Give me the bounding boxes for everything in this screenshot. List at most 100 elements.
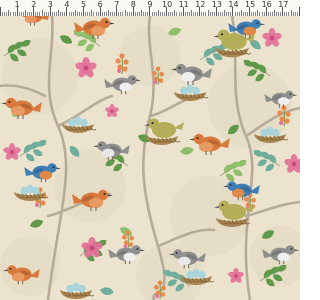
bird-eye xyxy=(256,22,259,24)
egg xyxy=(198,270,206,280)
ruler-tick xyxy=(298,7,300,16)
blossom-bud xyxy=(152,70,157,76)
bird-eye xyxy=(229,184,232,186)
blossom-bud xyxy=(153,76,159,82)
blossom-bud xyxy=(277,110,283,116)
flower-center xyxy=(89,245,95,251)
blossom-bud xyxy=(40,200,46,206)
egg xyxy=(80,118,88,128)
blossom-bud xyxy=(122,66,128,72)
bird-beak xyxy=(92,145,98,148)
blossom-bud xyxy=(279,121,283,125)
blossom-bud xyxy=(154,284,159,290)
bird-eye xyxy=(151,122,154,124)
blossom-bud xyxy=(160,292,166,297)
bird-nest-pattern xyxy=(0,16,300,300)
ruler-number: 9 xyxy=(147,0,153,9)
nest-with-eggs xyxy=(14,184,49,201)
pink-flower xyxy=(284,154,300,173)
bird-eye xyxy=(289,93,292,95)
flower-center xyxy=(269,35,275,41)
egg xyxy=(78,284,86,294)
nest-with-eggs xyxy=(62,116,97,133)
ruler-number: 5 xyxy=(81,0,87,9)
blossom-bud xyxy=(123,244,128,249)
bird-head xyxy=(285,245,295,255)
blossom-bud xyxy=(251,197,256,203)
bird-head xyxy=(5,97,17,109)
bird-eye xyxy=(132,78,135,80)
bird-eye xyxy=(220,33,224,36)
bird-head xyxy=(131,245,141,255)
bird-beak xyxy=(293,94,298,96)
measurement-ruler: 1 2 3 4 5 6 7 8 9 10 11 12 13 14 15 16 17 xyxy=(0,0,300,17)
ruler-number: 4 xyxy=(64,0,70,9)
bird-head xyxy=(285,90,294,99)
bird-beak xyxy=(260,23,266,26)
blossom-bud xyxy=(155,294,160,299)
bird-head xyxy=(217,29,230,42)
bird-head xyxy=(148,118,160,130)
ruler-tick xyxy=(0,7,1,16)
blossom-bud xyxy=(158,78,164,83)
leafy-branch xyxy=(253,149,281,172)
chickadee xyxy=(104,75,142,95)
bird-beak xyxy=(140,249,146,252)
bird-beak xyxy=(213,35,219,38)
ruler-number: 13 xyxy=(211,0,222,9)
flower-center xyxy=(83,65,89,71)
chickadee xyxy=(171,63,212,85)
bird-head xyxy=(175,63,187,75)
bird-eye xyxy=(52,166,55,168)
ruler-number: 15 xyxy=(245,0,256,9)
bird-head xyxy=(97,189,109,201)
ruler-number: 12 xyxy=(195,0,206,9)
flower-center xyxy=(110,109,114,113)
bird-beak xyxy=(1,102,6,105)
bird-eye xyxy=(136,248,139,250)
bird-eye xyxy=(221,204,224,206)
pink-flower xyxy=(228,268,244,283)
bird-head xyxy=(127,75,137,85)
blossom-bud xyxy=(161,285,166,291)
nest-with-eggs xyxy=(174,84,209,101)
egg xyxy=(192,86,200,96)
bird-head xyxy=(47,163,57,173)
blossom-bud xyxy=(244,196,249,202)
ruler-number: 8 xyxy=(130,0,136,9)
bird-head xyxy=(193,133,205,145)
bird-beak xyxy=(144,124,149,126)
blossom-bud xyxy=(245,202,251,208)
bird-head xyxy=(251,19,261,29)
blossom-bud xyxy=(117,69,121,73)
bird-head xyxy=(227,181,237,191)
egg xyxy=(32,186,40,196)
branch xyxy=(244,200,300,218)
blossom-bud xyxy=(285,111,291,117)
flower-center xyxy=(10,150,14,154)
ruler-number: 16 xyxy=(261,0,272,9)
leafy-branch xyxy=(19,139,47,162)
blossom-bud xyxy=(279,116,285,122)
ruler-number: 14 xyxy=(228,0,239,9)
fabric-swatch xyxy=(0,16,300,300)
blossom-bud xyxy=(128,242,134,247)
egg xyxy=(272,128,280,138)
blossom-bud xyxy=(155,66,161,72)
ruler-number: 10 xyxy=(162,0,173,9)
leaf xyxy=(100,287,114,296)
bird-beak xyxy=(189,138,194,141)
blossom-bud xyxy=(159,71,164,77)
bird-eye xyxy=(9,268,12,270)
flower-center xyxy=(234,274,238,278)
bird-head xyxy=(218,200,230,212)
pink-flower xyxy=(3,143,21,160)
bird-eye xyxy=(105,21,108,23)
blossom-bud xyxy=(115,58,121,64)
blossom-bud xyxy=(125,230,131,236)
blossom-bud xyxy=(284,118,290,124)
bird-eye xyxy=(178,67,181,69)
ruler-number: 11 xyxy=(178,0,189,9)
blossom-bud xyxy=(117,64,123,70)
bird-head xyxy=(97,141,107,151)
